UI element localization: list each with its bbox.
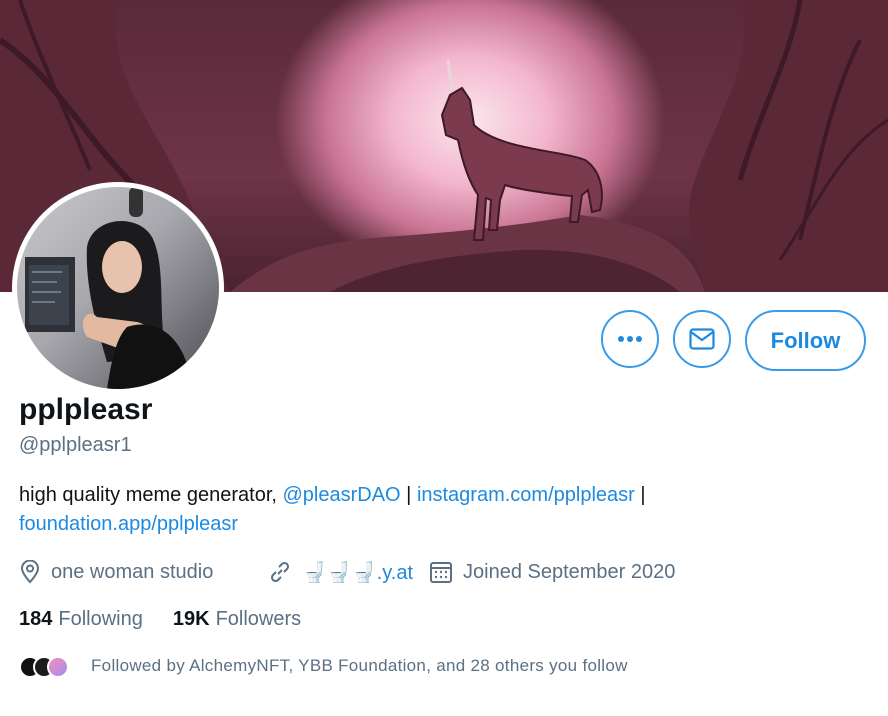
link-icon — [270, 561, 290, 583]
joined-date: Joined September 2020 — [429, 556, 675, 588]
following-count: 184 — [19, 608, 53, 630]
followers-label: Followers — [215, 608, 302, 630]
bio-mention-link[interactable]: @pleasrDAO — [283, 484, 401, 506]
website[interactable]: 🚽🚽🚽.y.at — [268, 556, 413, 588]
follow-button[interactable]: Follow — [745, 310, 866, 371]
bio-separator: | — [400, 484, 417, 506]
more-icon — [618, 336, 642, 342]
following-label: Following — [58, 608, 143, 630]
followed-by-text: Followed by AlchemyNFT, YBB Foundation, … — [91, 656, 628, 675]
bio-separator: | — [634, 484, 646, 506]
mail-icon — [689, 328, 715, 350]
profile-bio: high quality meme generator, @pleasrDAO … — [19, 481, 869, 539]
location-text: one woman studio — [51, 560, 214, 583]
more-button[interactable] — [601, 310, 659, 368]
user-handle: @pplpleasr1 — [19, 434, 132, 456]
following-stat[interactable]: 184 Following — [19, 608, 143, 631]
bio-instagram-link[interactable]: instagram.com/pplpleasr — [417, 484, 635, 506]
follower-avatar — [47, 656, 69, 678]
calendar-icon — [430, 562, 452, 583]
display-name: pplpleasr — [19, 393, 153, 426]
followers-stat[interactable]: 19K Followers — [173, 608, 301, 631]
website-link[interactable]: 🚽🚽🚽.y.at — [302, 560, 413, 585]
message-button[interactable] — [673, 310, 731, 368]
location-pin-icon — [20, 560, 40, 584]
joined-text: Joined September 2020 — [463, 560, 676, 583]
followers-count: 19K — [172, 608, 210, 630]
avatar-photo — [17, 187, 219, 389]
bio-foundation-link[interactable]: foundation.app/pplpleasr — [19, 513, 238, 535]
bio-text: high quality meme generator, — [19, 484, 283, 506]
profile-avatar[interactable] — [12, 182, 224, 394]
location: one woman studio — [19, 556, 213, 588]
profile-stats: 184 Following 19K Followers — [19, 608, 301, 631]
